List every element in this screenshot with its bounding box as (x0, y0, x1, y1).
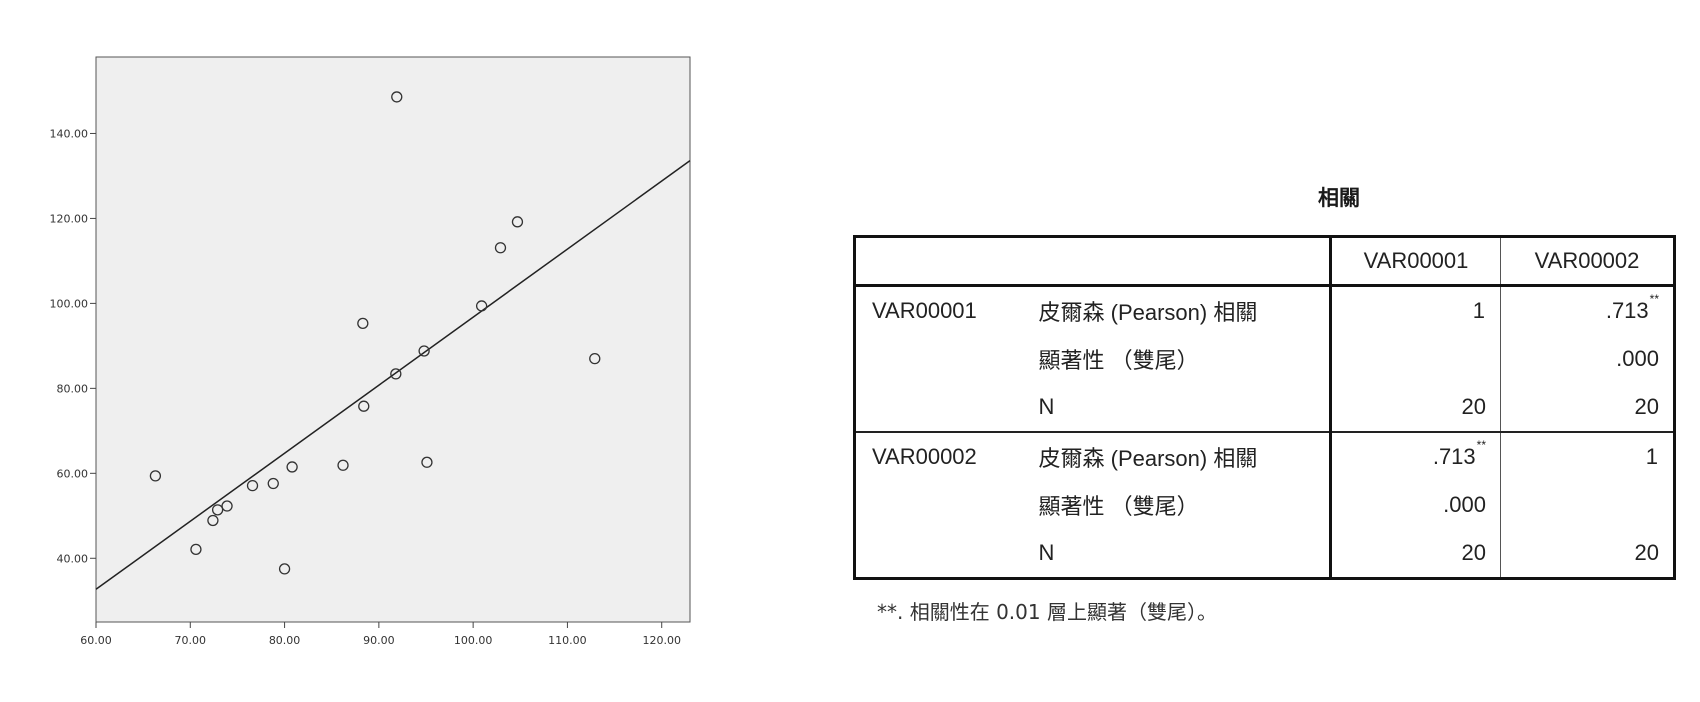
correlation-table: VAR00001 VAR00002 VAR00001 皮爾森 (Pearson)… (853, 235, 1676, 580)
row-variable-label: VAR00002 (854, 431, 1025, 481)
row-variable-label-empty (855, 335, 1025, 383)
y-tick-label: 80.00 (57, 382, 89, 395)
table-row: VAR00002 皮爾森 (Pearson) 相關 .713** 1 (854, 431, 1675, 481)
table-footnote: **. 相關性在 0.01 層上顯著（雙尾）。 (877, 600, 1217, 624)
row-statistic-label: 顯著性 （雙尾） (1038, 494, 1199, 519)
x-tick-label: 90.00 (363, 634, 395, 647)
cell-value: 20 (1500, 529, 1675, 579)
x-tick-label: 120.00 (642, 634, 681, 647)
row-variable-label: VAR00001 (854, 284, 1025, 335)
cell-value: 1 (1329, 284, 1501, 335)
header-blank (854, 236, 1331, 287)
table-row: N 20 20 (855, 383, 1675, 432)
cell-value: 1 (1500, 431, 1675, 481)
y-tick-label: 60.00 (57, 467, 89, 480)
cell-value: 20 (1329, 529, 1501, 579)
header-var00002: VAR00002 (1500, 236, 1675, 287)
row-statistic-label: 顯著性 （雙尾） (1038, 348, 1199, 373)
row-variable-label-empty (855, 529, 1025, 579)
row-variable-label-empty (855, 383, 1025, 432)
cell-value: .713** (1500, 284, 1675, 335)
y-tick-label: 120.00 (50, 212, 89, 225)
cell-value: 20 (1329, 383, 1501, 432)
x-tick-label: 70.00 (175, 634, 207, 647)
row-statistic-label: N (1038, 540, 1055, 565)
cell-value: .713** (1329, 431, 1501, 481)
header-var00001: VAR00001 (1329, 236, 1501, 287)
x-tick-label: 80.00 (269, 634, 301, 647)
cell-value: 20 (1500, 383, 1675, 432)
row-statistic-label: N (1038, 394, 1055, 419)
table-row: N 20 20 (855, 529, 1675, 579)
correlation-table-panel: 相關 VAR00001 VAR00002 VAR00001 皮爾森 (Pears… (853, 182, 1676, 625)
y-tick-label: 140.00 (50, 127, 89, 140)
significance-mark: ** (1649, 292, 1659, 306)
table-title: 相關 (1318, 186, 1360, 210)
table-row: VAR00001 皮爾森 (Pearson) 相關 1 .713** (854, 284, 1675, 335)
cell-value (1329, 335, 1501, 383)
row-statistic-label: 皮爾森 (Pearson) 相關 (1024, 431, 1331, 481)
x-tick-label: 110.00 (548, 634, 587, 647)
scatter-plot: 40.00 60.00 80.00 100.00 120.00 140.00 60.00 7… (50, 56, 691, 647)
y-axis: 40.00 60.00 80.00 100.00 120.00 140.00 (50, 127, 96, 565)
significance-mark: ** (1476, 438, 1486, 452)
table-header-row: VAR00001 VAR00002 (854, 236, 1675, 287)
table-row: 顯著性 （雙尾） .000 (855, 335, 1675, 383)
row-variable-label-empty (855, 481, 1025, 529)
table-row: 顯著性 （雙尾） .000 (855, 481, 1675, 529)
x-tick-label: 100.00 (454, 634, 493, 647)
y-tick-label: 100.00 (50, 297, 89, 310)
plot-area (95, 56, 691, 623)
cell-value: .000 (1329, 481, 1501, 529)
x-tick-label: 60.00 (80, 634, 112, 647)
cell-value: .000 (1500, 335, 1675, 383)
y-tick-label: 40.00 (57, 552, 89, 565)
row-statistic-label: 皮爾森 (Pearson) 相關 (1024, 284, 1331, 335)
x-axis: 60.00 70.00 80.00 90.00 100.00 110.00 120.00 (80, 622, 681, 647)
cell-value (1500, 481, 1675, 529)
